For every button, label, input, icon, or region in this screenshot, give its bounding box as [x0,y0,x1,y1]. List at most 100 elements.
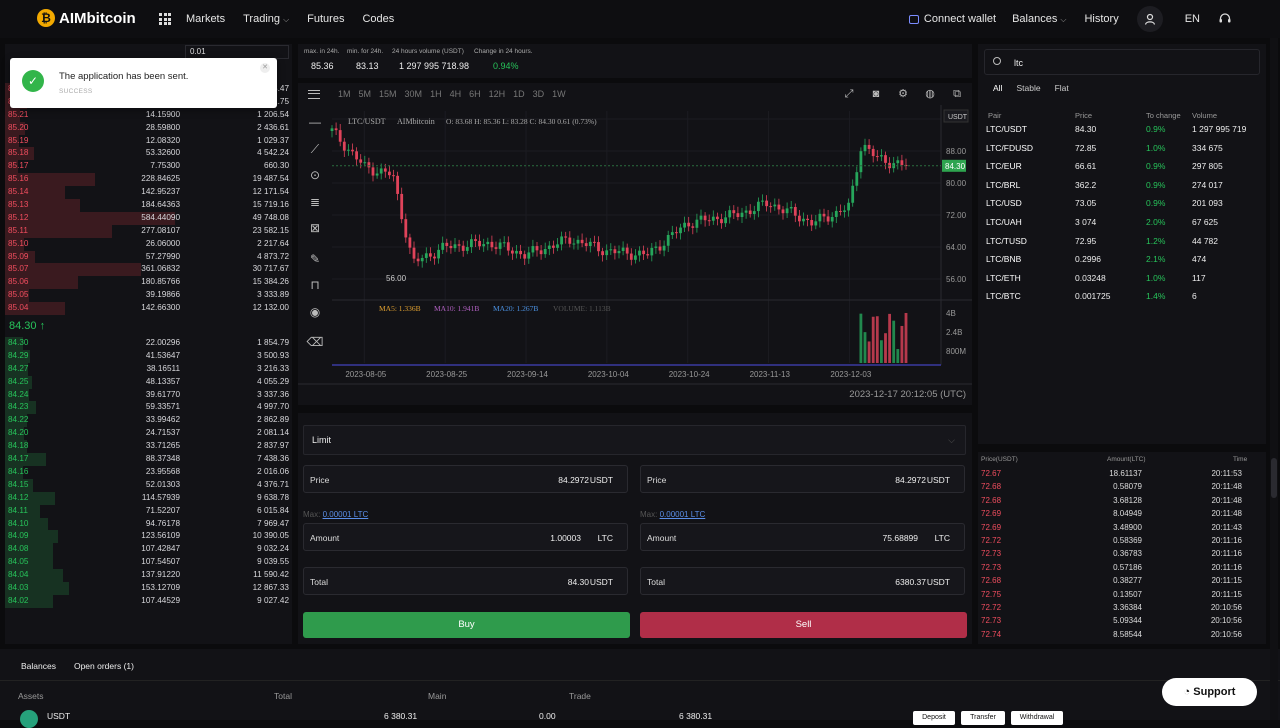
ask-row[interactable]: 85.18 53.32600 4 542.24 [5,147,292,161]
timeframe-1d[interactable]: 1D [513,89,525,99]
timeframe-1h[interactable]: 1H [430,89,442,99]
tab-open-orders[interactable]: Open orders (1) [74,661,134,671]
close-icon[interactable]: ✕ [260,63,270,73]
bid-row[interactable]: 84.20 24.71537 2 081.14 [5,427,292,441]
bid-row[interactable]: 84.17 88.37348 7 438.36 [5,453,292,466]
ask-row[interactable]: 85.16 228.84625 19 487.54 [5,173,292,187]
bid-row[interactable]: 84.24 39.61770 3 337.36 [5,388,292,402]
price-step-select[interactable]: 0.01 [185,45,289,59]
page-scrollbar[interactable] [1270,38,1278,720]
transfer-button[interactable]: Transfer [961,711,1005,725]
ask-row[interactable]: 85.11 277.08107 23 582.15 [5,224,292,238]
timeframe-12h[interactable]: 12H [489,89,506,99]
ask-row[interactable]: 85.09 57.27990 4 873.72 [5,250,292,264]
withdrawal-button[interactable]: Withdrawal [1011,711,1063,725]
timeframe-3d[interactable]: 3D [533,89,545,99]
sell-amount-field[interactable]: Amount 75.68899 LTC [640,523,965,551]
ask-row[interactable]: 85.10 26.06000 2 217.64 [5,237,292,251]
camera-icon[interactable]: ◙ [869,87,883,101]
bid-row[interactable]: 84.12 114.57939 9 638.78 [5,491,292,505]
bid-row[interactable]: 84.16 23.95568 2 016.06 [5,465,292,479]
balances-menu[interactable]: Balances ⌵ [1012,13,1066,25]
ask-row[interactable]: 85.21 14.15900 1 206.54 [5,108,292,122]
bid-row[interactable]: 84.08 107.42847 9 032.24 [5,543,292,557]
pair-row[interactable]: LTC/EUR 66.61 0.9% 297 805 [978,161,1266,180]
nav-markets[interactable]: Markets [186,13,225,25]
bid-row[interactable]: 84.22 33.99462 2 862.89 [5,414,292,428]
bid-row[interactable]: 84.04 137.91220 11 590.42 [5,569,292,582]
bid-row[interactable]: 84.10 94.76178 7 969.47 [5,517,292,531]
connect-wallet-button[interactable]: Connect wallet [908,13,996,25]
timeframe-15m[interactable]: 15M [379,89,397,99]
order-type-select[interactable]: Limit ⌵ [303,425,966,455]
bid-row[interactable]: 84.11 71.52207 6 015.84 [5,504,292,518]
bid-row[interactable]: 84.15 52.01303 4 376.71 [5,478,292,492]
sell-button[interactable]: Sell [640,612,967,638]
ask-row[interactable]: 85.14 142.95237 12 171.54 [5,186,292,200]
bid-row[interactable]: 84.30 22.00296 1 854.79 [5,337,292,350]
timeframe-5m[interactable]: 5M [359,89,372,99]
ask-row[interactable]: 85.12 584.44090 49 748.08 [5,211,292,225]
bid-row[interactable]: 84.09 123.56109 10 390.05 [5,530,292,544]
bid-row[interactable]: 84.02 107.44529 9 027.42 [5,594,292,608]
sell-total-field[interactable]: Total 6380.37 USDT [640,567,965,595]
buy-max-link[interactable]: 0.00001 LTC [323,510,369,519]
fullscreen-icon[interactable]: ⤢ [842,87,856,101]
menu-icon[interactable] [308,89,320,99]
support-button[interactable]: ◔ Support [1162,678,1257,706]
bid-row[interactable]: 84.27 38.16511 3 216.33 [5,362,292,376]
timeframe-30m[interactable]: 30M [405,89,423,99]
ask-row[interactable]: 85.13 184.64363 15 719.16 [5,199,292,212]
language-selector[interactable]: EN [1185,13,1200,25]
timeframe-4h[interactable]: 4H [450,89,462,99]
sell-price-field[interactable]: Price 84.2972 USDT [640,465,965,493]
deposit-button[interactable]: Deposit [913,711,955,725]
ask-row[interactable]: 85.07 361.06832 30 717.67 [5,263,292,277]
candlestick-chart[interactable]: 96.0088.0080.0072.0064.0056.002023-08-05… [298,105,972,400]
buy-total-field[interactable]: Total 84.30 USDT [303,567,628,595]
ask-row[interactable]: 85.20 28.59800 2 436.61 [5,121,292,135]
globe-icon[interactable]: ◍ [923,87,937,101]
buy-amount-field[interactable]: Amount 1.00003 LTC [303,523,628,551]
indicator-icon[interactable]: ⧉ [950,87,964,101]
pair-row[interactable]: LTC/USDT 84.30 0.9% 1 297 995 719 [978,124,1266,143]
nav-codes[interactable]: Codes [362,13,394,25]
pair-search-input[interactable]: ltc [984,49,1260,75]
pair-row[interactable]: LTC/FDUSD 72.85 1.0% 334 675 [978,143,1266,162]
pair-row[interactable]: LTC/BRL 362.2 0.9% 274 017 [978,180,1266,199]
bid-row[interactable]: 84.29 41.53647 3 500.93 [5,349,292,363]
ask-row[interactable]: 85.06 180.85766 15 384.26 [5,276,292,290]
ask-row[interactable]: 85.04 142.66300 12 132.00 [5,302,292,316]
nav-trading[interactable]: Trading ⌵ [243,13,289,25]
tab-flat[interactable]: Flat [1055,83,1069,93]
buy-button[interactable]: Buy [303,612,630,638]
pair-row[interactable]: LTC/TUSD 72.95 1.2% 44 782 [978,236,1266,255]
history-link[interactable]: History [1084,13,1118,25]
timeframe-6h[interactable]: 6H [469,89,481,99]
pair-row[interactable]: LTC/BNB 0.2996 2.1% 474 [978,254,1266,273]
pair-row[interactable]: LTC/BTC 0.001725 1.4% 6 [978,291,1266,310]
logo[interactable]: ₿ AIMbitcoin [37,9,136,27]
pair-row[interactable]: LTC/ETH 0.03248 1.0% 117 [978,273,1266,292]
timeframe-1m[interactable]: 1M [338,89,351,99]
bid-row[interactable]: 84.03 153.12709 12 867.33 [5,581,292,595]
buy-price-field[interactable]: Price 84.2972 USDT [303,465,628,493]
bid-row[interactable]: 84.25 48.13357 4 055.29 [5,375,292,389]
nav-futures[interactable]: Futures [307,13,344,25]
ask-row[interactable]: 85.19 12.08320 1 029.37 [5,134,292,148]
tab-stable[interactable]: Stable [1016,83,1040,93]
ask-row[interactable]: 85.05 39.19866 3 333.89 [5,289,292,303]
user-profile-button[interactable] [1136,6,1163,32]
pair-row[interactable]: LTC/USD 73.05 0.9% 201 093 [978,198,1266,217]
bid-row[interactable]: 84.05 107.54507 9 039.55 [5,556,292,570]
gear-icon[interactable]: ⚙ [896,87,910,101]
tab-all[interactable]: All [993,83,1002,93]
sell-max-link[interactable]: 0.00001 LTC [660,510,706,519]
timeframe-1w[interactable]: 1W [552,89,566,99]
pair-row[interactable]: LTC/UAH 3 074 2.0% 67 625 [978,217,1266,236]
ask-row[interactable]: 85.17 7.75300 660.30 [5,160,292,174]
tab-balances[interactable]: Balances [21,661,56,671]
headset-icon[interactable] [1218,12,1232,26]
bid-row[interactable]: 84.18 33.71265 2 837.97 [5,440,292,454]
bid-row[interactable]: 84.23 59.33571 4 997.70 [5,401,292,415]
